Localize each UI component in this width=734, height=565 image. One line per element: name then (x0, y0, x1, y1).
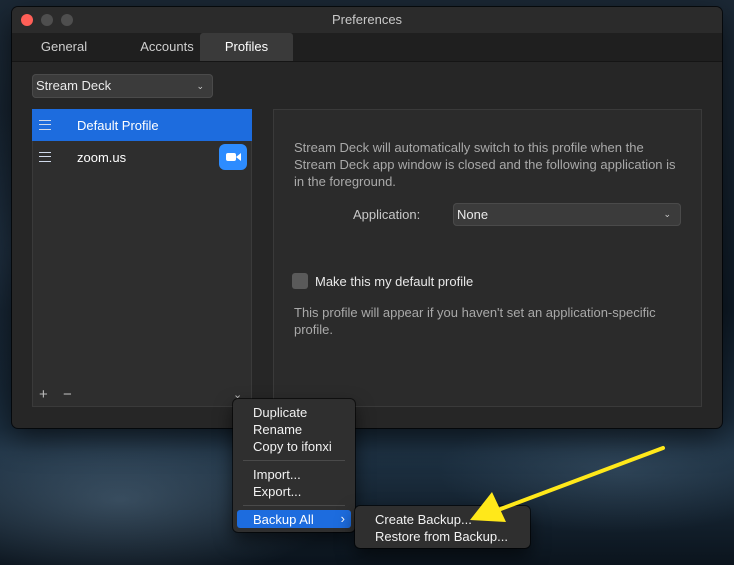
preferences-window: Preferences General Accounts Profiles St… (12, 7, 722, 428)
annotation-arrow-icon (470, 446, 665, 522)
drag-handle-icon[interactable] (39, 152, 51, 162)
drag-handle-icon[interactable] (39, 120, 51, 130)
menu-item-label: Backup All (253, 512, 314, 527)
menu-item-create-backup[interactable]: Create Backup... (375, 512, 472, 527)
window-title: Preferences (331, 12, 403, 27)
device-select-value: Stream Deck (36, 78, 112, 93)
profile-name: Default Profile (77, 118, 159, 133)
menu-item-backup-all[interactable]: Backup All › (237, 510, 351, 528)
chevron-down-icon: ⌄ (196, 81, 204, 91)
title-bar: Preferences (12, 7, 722, 33)
profile-name: zoom.us (77, 150, 127, 165)
profile-list-footer: + − ⌄ (32, 383, 252, 407)
menu-item-rename[interactable]: Rename (253, 422, 302, 437)
menu-item-import[interactable]: Import... (253, 467, 301, 482)
menu-item-duplicate[interactable]: Duplicate (253, 405, 307, 420)
device-select[interactable]: Stream Deck ⌄ (32, 74, 213, 98)
add-profile-button[interactable]: + (39, 386, 48, 403)
default-profile-checkbox[interactable] (292, 273, 308, 289)
tab-bar: General Accounts Profiles (12, 33, 722, 62)
remove-profile-button[interactable]: − (63, 386, 72, 403)
application-label: Application: (353, 207, 421, 222)
zoom-icon (219, 144, 247, 170)
profile-detail-panel: Stream Deck will automatically switch to… (273, 109, 702, 407)
menu-separator (243, 505, 345, 506)
tab-general[interactable]: General (22, 33, 106, 61)
profile-list: Default Profile zoom.us + − ⌄ (32, 109, 252, 407)
chevron-down-icon: ⌄ (663, 209, 671, 219)
profile-row-zoom[interactable]: zoom.us (32, 141, 252, 173)
profile-context-menu: Duplicate Rename Copy to ifonxi Import..… (233, 399, 355, 532)
tab-profiles[interactable]: Profiles (200, 33, 293, 61)
application-select[interactable]: None ⌄ (453, 203, 681, 226)
menu-item-copy-to[interactable]: Copy to ifonxi (253, 439, 332, 454)
profile-row-default[interactable]: Default Profile (32, 109, 252, 141)
application-select-value: None (457, 207, 489, 222)
chevron-right-icon: › (340, 511, 345, 526)
auto-switch-description: Stream Deck will automatically switch to… (294, 140, 676, 189)
default-profile-label[interactable]: Make this my default profile (315, 274, 473, 289)
menu-item-restore-backup[interactable]: Restore from Backup... (375, 529, 508, 544)
default-profile-hint: This profile will appear if you haven't … (294, 305, 656, 337)
menu-item-export[interactable]: Export... (253, 484, 301, 499)
menu-separator (243, 460, 345, 461)
